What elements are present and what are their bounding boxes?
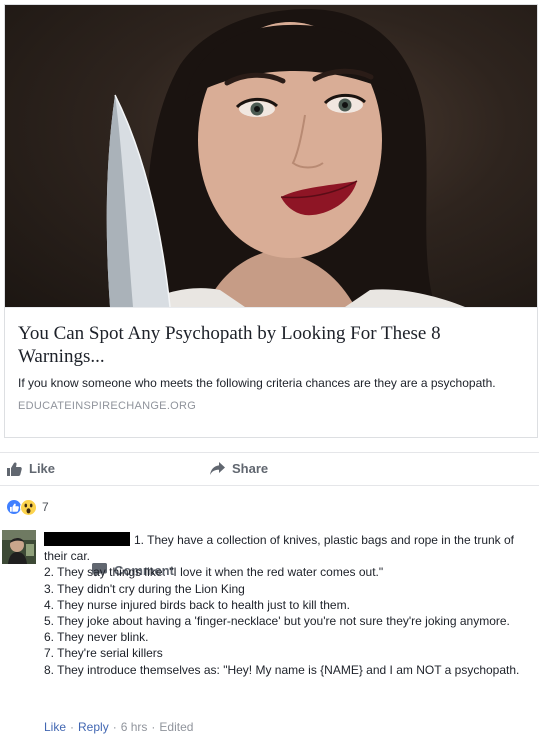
separator-dot: · [70,720,75,734]
comment-reply-link[interactable]: Reply [78,720,109,734]
wow-icon [20,498,37,516]
comment-like-link[interactable]: Like [44,720,66,734]
separator-dot: · [112,720,117,734]
comment-line: 5. They joke about having a 'finger-neck… [44,614,510,629]
article-headline[interactable]: You Can Spot Any Psychopath by Looking F… [18,322,513,368]
reaction-count[interactable]: 7 [42,500,49,514]
share-button-label: Share [232,461,269,476]
article-domain: EDUCATEINSPIRECHANGE.ORG [18,400,197,412]
link-preview-card[interactable]: You Can Spot Any Psychopath by Looking F… [4,4,538,438]
reactions-summary[interactable]: 7 [6,498,49,516]
comment-line: 3. They didn't cry during the Lion King [44,581,245,596]
separator-dot: · [151,720,156,734]
like-button[interactable]: Like [7,461,55,476]
comment-line: 4. They nurse injured birds back to heal… [44,597,350,612]
comment-meta: Like · Reply · 6 hrs · Edited [44,720,193,734]
article-image[interactable] [5,5,537,307]
comment-edited-label[interactable]: Edited [159,720,193,734]
share-arrow-icon [210,462,225,475]
post-action-bar: Like Comment Share [0,452,539,578]
comment-text: 1. They have a collection of knives, pla… [44,532,524,678]
comment: 1. They have a collection of knives, pla… [0,522,539,740]
like-button-label: Like [29,461,56,476]
thumbs-up-icon [7,462,22,476]
article-photo-illustration [106,9,465,307]
redacted-name[interactable] [44,532,130,546]
comment-line: 6. They never blink. [44,630,149,645]
link-preview-text[interactable]: You Can Spot Any Psychopath by Looking F… [5,307,537,437]
comment-line: 8. They introduce themselves as: "Hey! M… [44,662,520,677]
comment-timestamp[interactable]: 6 hrs [121,720,148,734]
wow-face-icon [24,503,33,513]
share-button[interactable]: Share [210,461,268,476]
thumbs-up-icon [9,503,19,512]
avatar-photo-illustration [2,530,36,564]
avatar[interactable] [2,530,36,564]
comment-line: 2. They say things like: "I love it when… [44,565,384,580]
article-description: If you know someone who meets the follow… [18,376,496,390]
comment-line: 7. They're serial killers [44,646,163,661]
